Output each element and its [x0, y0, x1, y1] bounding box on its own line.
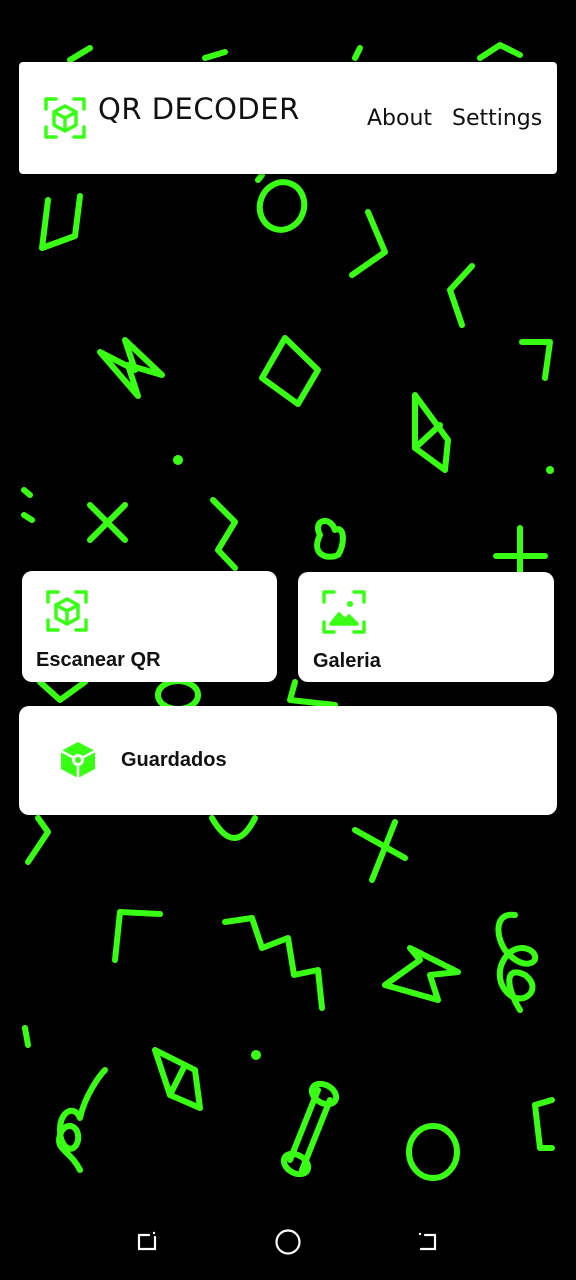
scan-qr-button[interactable]: Escanear QR [22, 571, 277, 682]
app-title: QR DECODER [98, 92, 300, 126]
recents-icon[interactable] [133, 1227, 163, 1257]
qr-cube-scan-icon [44, 97, 86, 139]
home-icon[interactable] [273, 1227, 303, 1257]
app-screen: QR DECODER About Settings Escanear QR Ga… [0, 0, 576, 1280]
gallery-label: Galeria [313, 650, 381, 672]
scan-qr-label: Escanear QR [36, 649, 161, 671]
image-scan-icon [322, 590, 366, 634]
settings-link[interactable]: Settings [452, 106, 542, 131]
saved-label: Guardados [121, 749, 227, 771]
back-icon[interactable] [413, 1227, 443, 1257]
about-link[interactable]: About [367, 106, 432, 131]
qr-cube-scan-icon [46, 590, 88, 632]
cube-icon [60, 742, 96, 778]
gallery-button[interactable]: Galeria [298, 572, 554, 682]
system-nav-bar [0, 1210, 576, 1280]
saved-button[interactable]: Guardados [19, 706, 557, 815]
